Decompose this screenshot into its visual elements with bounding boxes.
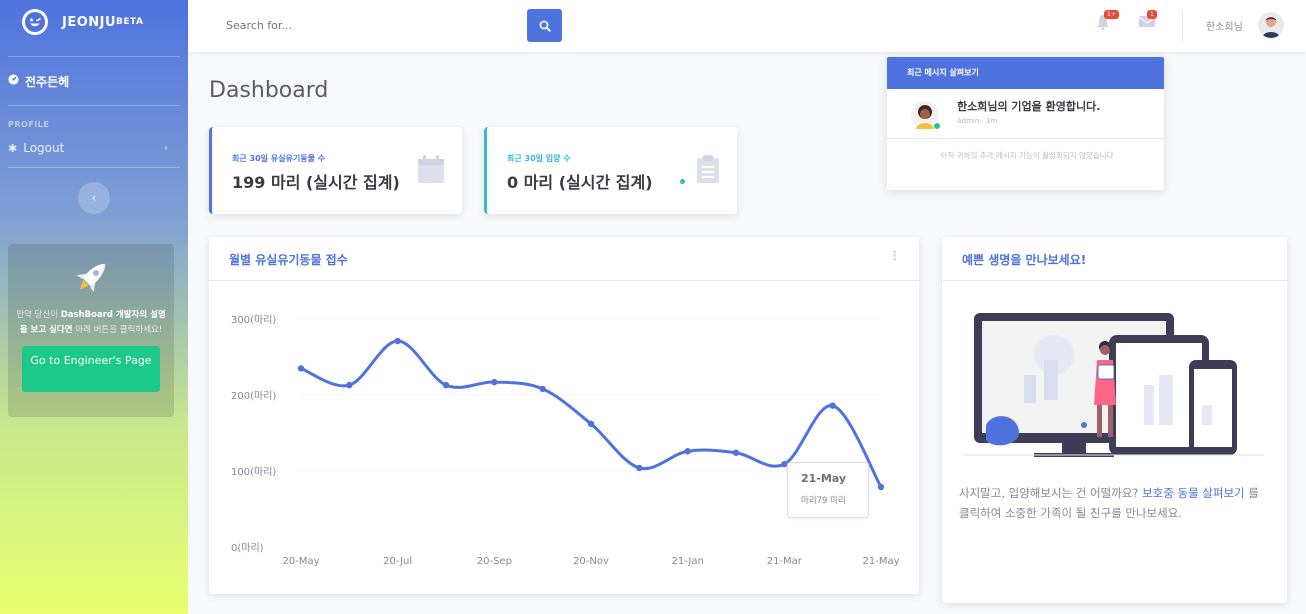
messages-dropdown-header: 최근 메시지 살펴보기 [887, 57, 1164, 89]
chart-tooltip: 21-May 마리79 마리 [787, 462, 869, 518]
rocket-icon [76, 263, 106, 293]
sidebar-divider [8, 105, 180, 106]
adopt-card-header: 예쁜 생명을 만나보세요! [942, 237, 1287, 281]
data-point [732, 449, 740, 456]
alerts-badge: 1+ [1104, 10, 1119, 19]
alerts-button[interactable]: 1+ [1096, 10, 1119, 34]
x-tick-label: 20-Jul [383, 556, 412, 567]
messages-badge: 1 [1147, 10, 1157, 19]
stat-card-adoptions: 최근 30일 입양 수 0 마리 (실시간 집계) [484, 127, 737, 214]
more-options-icon[interactable]: ⋮ [888, 249, 901, 264]
sidebar-card-text: 만약 당신이 DashBoard 개발자의 설명을 보고 싶다면 아래 버튼을 … [16, 310, 166, 335]
data-point [442, 381, 450, 389]
brand-sup: BETA [116, 17, 144, 27]
data-point [394, 337, 401, 345]
data-point [877, 483, 885, 491]
engineer-page-button[interactable]: Go to Engineer's Page [22, 346, 160, 392]
stat-label: 최근 30일 유실유기동물 수 [232, 154, 326, 163]
x-tick-label: 21-Jan [672, 556, 704, 567]
adopt-card-text: 사지말고, 입양해보시는 건 어떨까요? 보호중 동물 살펴보기 를 클릭하여 … [959, 486, 1259, 520]
data-point [297, 365, 305, 372]
cog-icon: ✱ [8, 141, 18, 155]
data-point [491, 378, 498, 386]
x-tick-label: 20-May [282, 556, 319, 567]
data-point [829, 402, 836, 409]
avatar[interactable] [1258, 12, 1284, 38]
chart-card-title: 월별 유실유기동물 접수 [229, 253, 348, 267]
status-dot [680, 179, 685, 184]
y-tick-label: 200(마리) [231, 390, 276, 402]
data-point [346, 381, 353, 389]
laugh-wink-icon [22, 9, 48, 35]
data-point [636, 464, 643, 472]
sidebar-item-label: 전주든헤 [25, 74, 70, 89]
data-point [587, 420, 595, 428]
search-button[interactable] [527, 9, 562, 42]
online-status-dot [933, 122, 941, 130]
x-tick-label: 20-Nov [573, 556, 609, 567]
user-name[interactable]: 한소희님 [1206, 18, 1243, 33]
sidebar-item-logout[interactable]: ✱ Logout › [0, 129, 188, 167]
search-form [216, 9, 562, 42]
sidebar: JEONJU BETA 전주든헤 PROFILE ✱ Logout › ‹ 만약… [0, 0, 188, 614]
sidebar-toggle-button[interactable]: ‹ [78, 182, 110, 214]
message-title: 한소희님의 기업을 환영합니다. [957, 100, 1101, 113]
stat-value: 199 마리 (실시간 집계) [232, 173, 400, 192]
sidebar-item-dashboard[interactable]: 전주든헤 [0, 57, 188, 105]
brand-name: JEONJU [62, 14, 117, 30]
y-tick-label: 0(마리) [231, 542, 264, 554]
chart-card-header: 월별 유실유기동물 접수 ⋮ [209, 237, 919, 281]
line-chart: 0(마리) 100(마리) 200(마리) 300(마리) 20-May 20-Jul 20… [231, 314, 900, 567]
y-tick-label: 300(마리) [231, 314, 276, 326]
sidebar-heading: PROFILE [8, 120, 50, 129]
data-point [684, 448, 691, 455]
adopt-card-title: 예쁜 생명을 만나보세요! [962, 253, 1087, 267]
calendar-icon [418, 155, 444, 187]
stat-value: 0 마리 (실시간 집계) [507, 173, 653, 192]
sidebar-item-label: Logout [23, 141, 65, 155]
stat-label: 최근 30일 입양 수 [507, 154, 571, 163]
adoption-illustration [964, 313, 1264, 457]
page-title: Dashboard [209, 78, 329, 103]
x-tick-label: 21-Mar [767, 556, 803, 567]
tachometer-icon [8, 74, 19, 88]
chart-card: 월별 유실유기동물 접수 ⋮ 0(마리) 100(마리) 200(마리) 300(마리… [209, 237, 919, 594]
x-tick-label: 21-May [862, 556, 899, 567]
data-point [539, 385, 546, 393]
y-tick-label: 100(마리) [231, 466, 276, 478]
chevron-right-icon: › [164, 142, 168, 154]
adopt-card: 예쁜 생명을 만나보세요! 사지말고, 입양해보시는 건 어떨까요? 보호중 동… [942, 237, 1287, 603]
messages-button[interactable]: 1 [1138, 10, 1157, 32]
tooltip-body: 마리79 마리 [801, 496, 846, 506]
messages-dropdown-footer[interactable]: 아직 귀하의 추가 메시지 기능이 활성화되지 않았습니다 [907, 149, 1147, 163]
brand-link[interactable]: JEONJU BETA [0, 0, 188, 44]
message-meta: Admin · 1m [957, 117, 998, 125]
search-input[interactable] [216, 9, 527, 42]
topbar: 1+ 1 한소희님 [188, 0, 1306, 52]
topbar-divider [1182, 10, 1183, 42]
search-icon [539, 20, 551, 32]
sidebar-card: 만약 당신이 DashBoard 개발자의 설명을 보고 싶다면 아래 버튼을 … [8, 244, 174, 417]
x-tick-label: 20-Sep [477, 556, 512, 567]
protected-animals-link[interactable]: 보호중 동물 살펴보기 [1142, 486, 1245, 500]
clipboard-icon [697, 155, 719, 187]
chevron-left-icon: ‹ [91, 190, 97, 206]
messages-dropdown: 최근 메시지 살펴보기 한소희님의 기업을 환영합니다. Admin · 1m … [887, 57, 1164, 190]
message-item[interactable]: 한소희님의 기업을 환영합니다. Admin · 1m [887, 89, 1164, 139]
tooltip-title: 21-May [801, 472, 847, 485]
stat-card-lost-animals: 최근 30일 유실유기동물 수 199 마리 (실시간 집계) [209, 127, 462, 214]
